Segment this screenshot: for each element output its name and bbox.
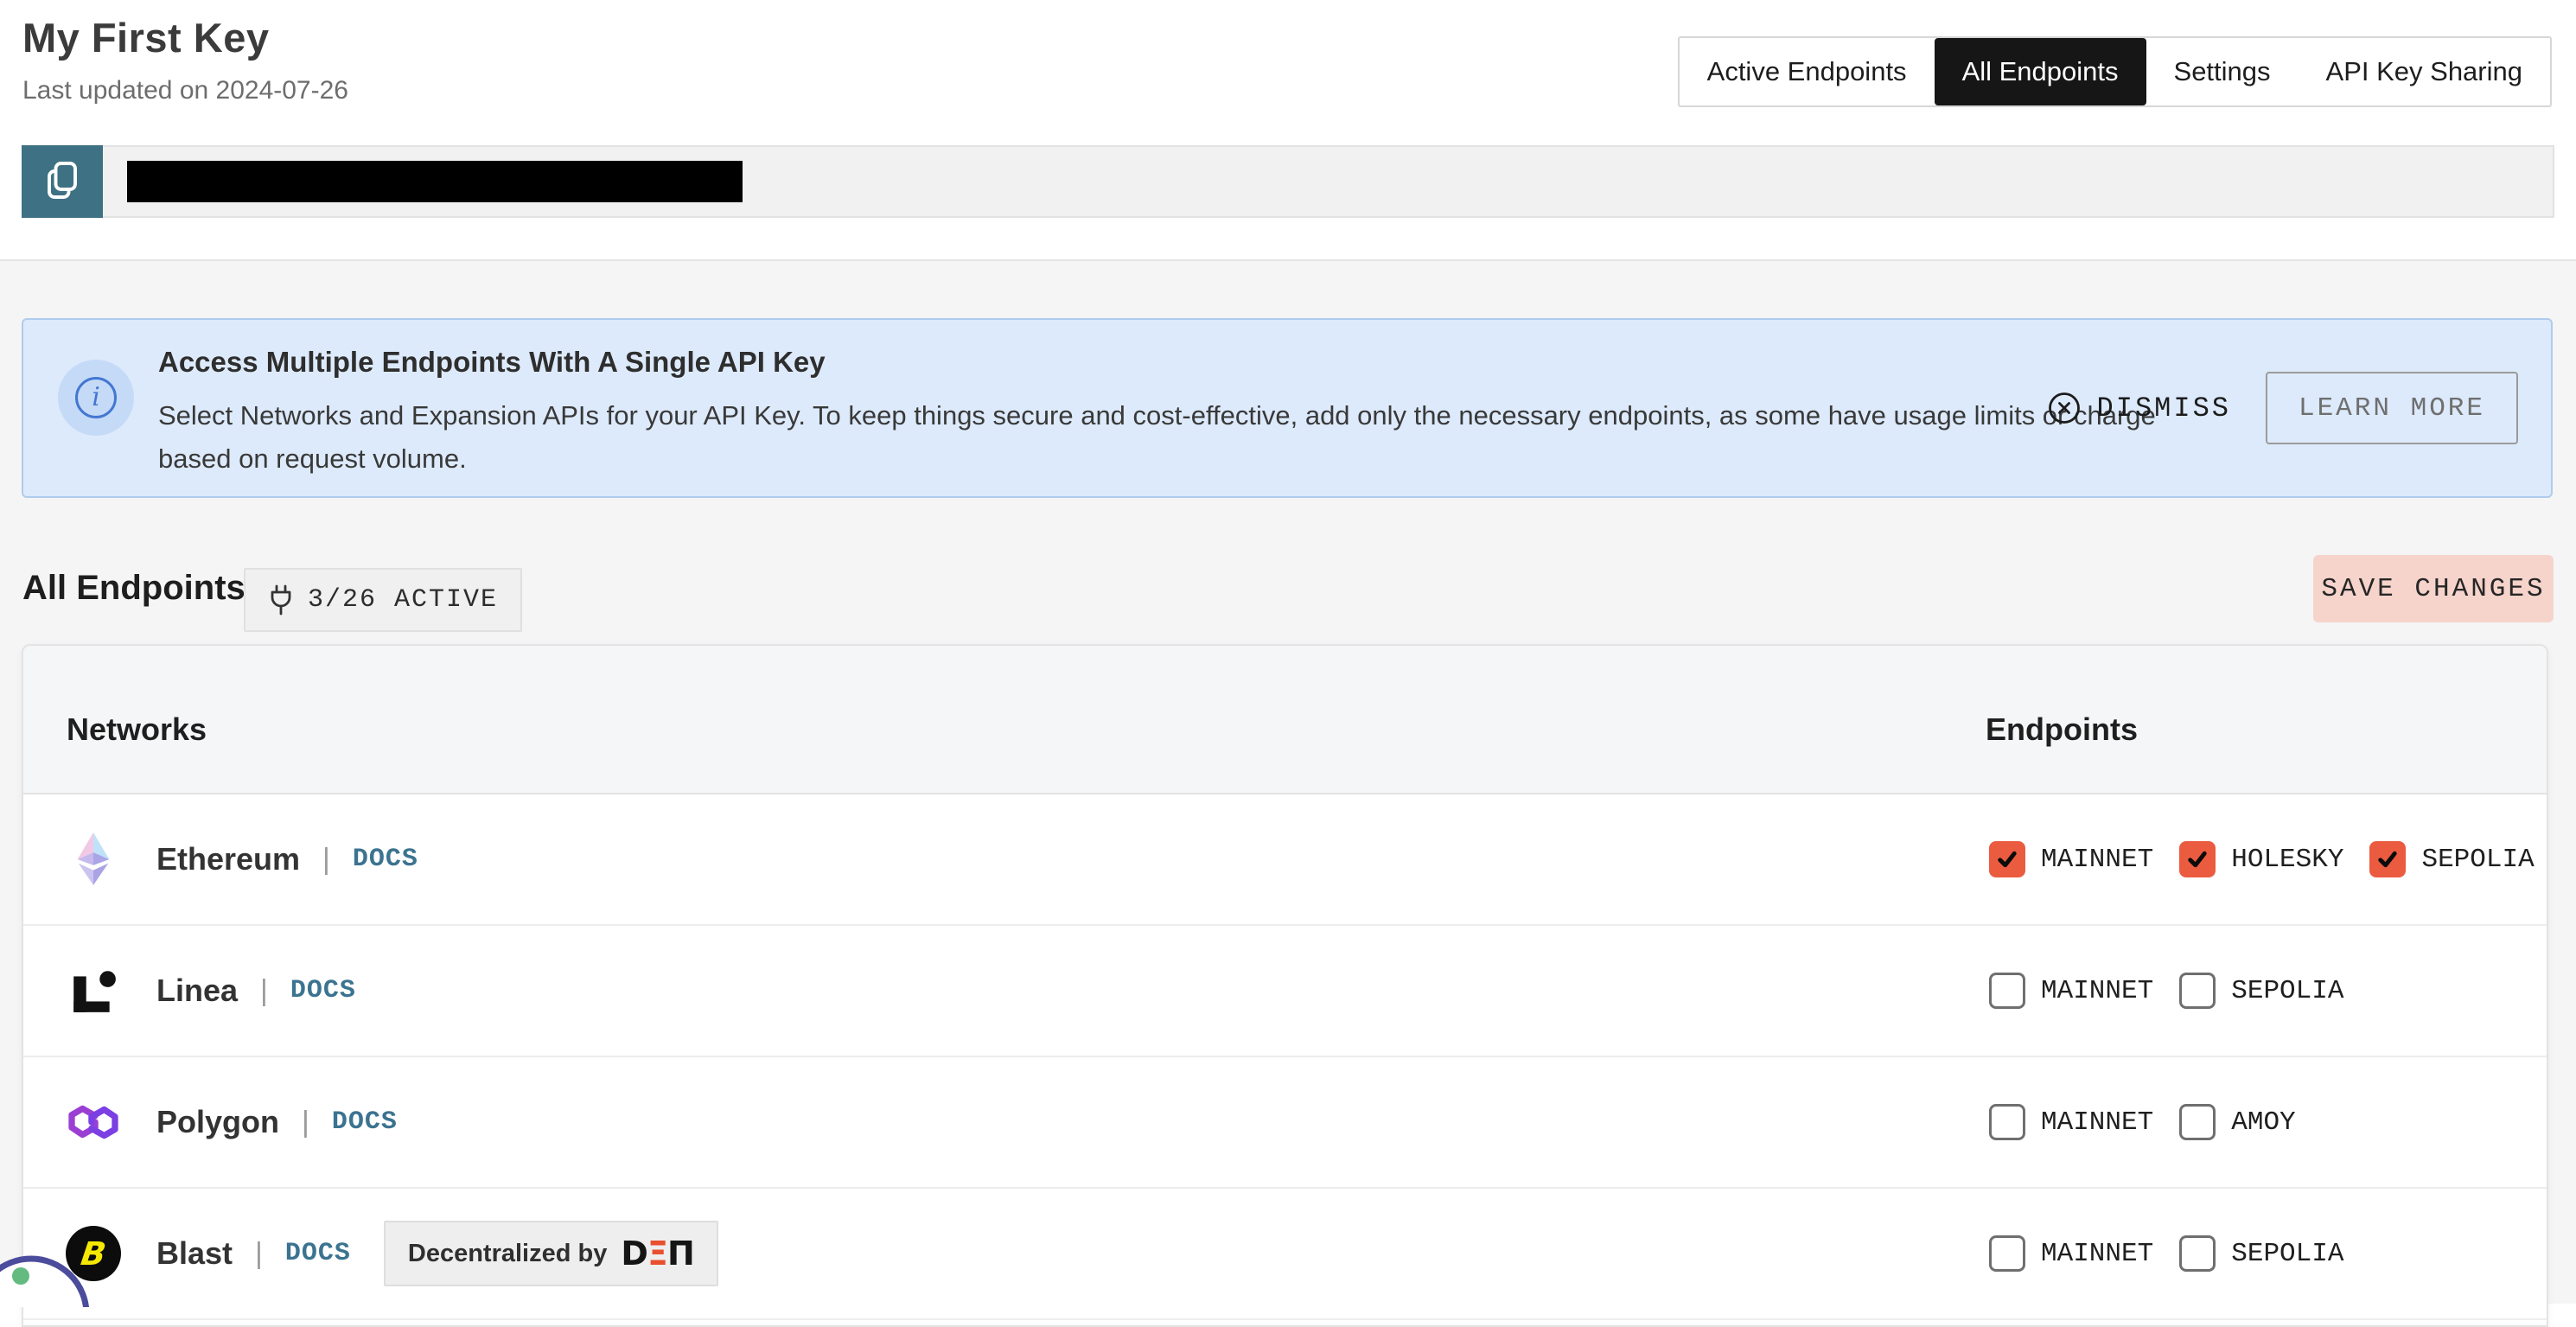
table-header: Networks Endpoints: [23, 646, 2547, 794]
linea-logo-icon: [68, 966, 118, 1016]
learn-more-button[interactable]: LEARN MORE: [2266, 372, 2518, 444]
docs-link[interactable]: DOCS: [332, 1107, 398, 1137]
check-icon: [2375, 846, 2401, 872]
info-icon: i: [58, 360, 134, 436]
endpoint-label: SEPOLIA: [2231, 976, 2343, 1006]
separator: |: [322, 843, 330, 877]
dismiss-label: DISMISS: [2097, 392, 2231, 424]
endpoint-option-amoy: AMOY: [2179, 1104, 2295, 1140]
endpoint-option-mainnet: MAINNET: [1989, 973, 2153, 1009]
endpoints-table: Networks Endpoints Ethereum | DOCS MAINN…: [22, 644, 2548, 1327]
unchecked-checkbox-sepolia[interactable]: [2179, 1235, 2216, 1272]
docs-link[interactable]: DOCS: [290, 976, 356, 1005]
endpoint-label: AMOY: [2231, 1107, 2295, 1138]
last-updated-text: Last updated on 2024-07-26: [22, 76, 348, 105]
separator: |: [302, 1106, 309, 1139]
checked-checkbox-mainnet[interactable]: [1989, 841, 2025, 877]
docs-link[interactable]: DOCS: [353, 845, 418, 874]
din-logo-icon: DΞΠ: [621, 1234, 693, 1273]
docs-link[interactable]: DOCS: [285, 1239, 351, 1268]
network-name: Polygon: [156, 1104, 279, 1140]
api-key-value-redacted: [127, 161, 743, 202]
network-name: Ethereum: [156, 841, 300, 877]
tab-settings[interactable]: Settings: [2146, 38, 2299, 105]
endpoint-option-holesky: HOLESKY: [2179, 841, 2343, 877]
din-badge-text: Decentralized by: [408, 1240, 607, 1268]
dismiss-button[interactable]: DISMISS: [2047, 391, 2231, 425]
unchecked-checkbox-mainnet[interactable]: [1989, 973, 2025, 1009]
all-endpoints-heading: All Endpoints: [22, 569, 245, 608]
api-key-bar: [22, 145, 2554, 218]
learn-more-label: LEARN MORE: [2299, 393, 2485, 424]
ethereum-logo-icon: [76, 833, 111, 886]
ethereum-logo-icon: [65, 831, 122, 888]
unchecked-checkbox-mainnet[interactable]: [1989, 1104, 2025, 1140]
banner-body: Select Networks and Expansion APIs for y…: [158, 394, 2181, 481]
endpoint-option-sepolia: SEPOLIA: [2369, 841, 2534, 877]
polygon-logo-icon: [67, 1101, 119, 1144]
decentralized-by-din-badge: Decentralized by DΞΠ: [384, 1221, 718, 1286]
chat-widget-button[interactable]: [0, 1212, 133, 1307]
endpoint-label: HOLESKY: [2231, 845, 2343, 875]
online-status-dot: [12, 1267, 29, 1285]
table-row: Polygon | DOCS MAINNET AMOY: [23, 1057, 2547, 1189]
endpoint-tabs: Active EndpointsAll EndpointsSettingsAPI…: [1678, 36, 2552, 107]
separator: |: [260, 974, 268, 1008]
unchecked-checkbox-amoy[interactable]: [2179, 1104, 2216, 1140]
copy-icon: [44, 161, 80, 202]
endpoints-cell: MAINNET AMOY: [1989, 1104, 2296, 1140]
endpoint-label: MAINNET: [2041, 976, 2153, 1006]
endpoint-label: SEPOLIA: [2231, 1239, 2343, 1269]
endpoint-label: SEPOLIA: [2421, 845, 2534, 875]
endpoint-option-mainnet: MAINNET: [1989, 1235, 2153, 1272]
endpoints-cell: MAINNET SEPOLIA: [1989, 1235, 2343, 1272]
api-key-field: [103, 145, 2554, 218]
tab-all-endpoints[interactable]: All Endpoints: [1935, 38, 2146, 105]
save-changes-button[interactable]: SAVE CHANGES: [2313, 555, 2554, 622]
plug-icon: [268, 584, 294, 616]
separator: |: [255, 1237, 263, 1271]
endpoint-label: MAINNET: [2041, 1239, 2153, 1269]
networks-column-header: Networks: [67, 711, 207, 748]
endpoints-cell: MAINNET HOLESKY SEPOLIA: [1989, 841, 2535, 877]
info-banner: i Access Multiple Endpoints With A Singl…: [22, 318, 2553, 498]
endpoints-cell: MAINNET SEPOLIA: [1989, 973, 2343, 1009]
check-icon: [2184, 846, 2210, 872]
polygon-logo-icon: [65, 1094, 122, 1151]
endpoint-option-mainnet: MAINNET: [1989, 1104, 2153, 1140]
active-count-label: 3/26 ACTIVE: [308, 585, 498, 615]
unchecked-checkbox-sepolia[interactable]: [2179, 973, 2216, 1009]
table-row: Ethereum | DOCS MAINNET HOLESKY SEPOLIA: [23, 794, 2547, 926]
banner-title: Access Multiple Endpoints With A Single …: [158, 346, 826, 379]
tab-active-endpoints[interactable]: Active Endpoints: [1680, 38, 1935, 105]
endpoint-option-mainnet: MAINNET: [1989, 841, 2153, 877]
endpoint-label: MAINNET: [2041, 1107, 2153, 1138]
linea-logo-icon: [65, 962, 122, 1019]
copy-api-key-button[interactable]: [22, 145, 103, 218]
active-count-badge: 3/26 ACTIVE: [244, 568, 522, 632]
endpoint-option-sepolia: SEPOLIA: [2179, 973, 2343, 1009]
dismiss-icon: [2047, 391, 2082, 425]
table-row: B Blast | DOCS Decentralized byDΞΠMAINNE…: [23, 1189, 2547, 1320]
tab-api-key-sharing[interactable]: API Key Sharing: [2299, 38, 2550, 105]
checked-checkbox-sepolia[interactable]: [2369, 841, 2406, 877]
network-name: Linea: [156, 973, 238, 1009]
network-name: Blast: [156, 1235, 233, 1272]
table-row: Linea | DOCS MAINNET SEPOLIA: [23, 926, 2547, 1057]
endpoint-option-sepolia: SEPOLIA: [2179, 1235, 2343, 1272]
checked-checkbox-holesky[interactable]: [2179, 841, 2216, 877]
check-icon: [1994, 846, 2020, 872]
endpoint-label: MAINNET: [2041, 845, 2153, 875]
page-title: My First Key: [22, 14, 269, 61]
endpoints-column-header: Endpoints: [1986, 711, 2138, 748]
unchecked-checkbox-mainnet[interactable]: [1989, 1235, 2025, 1272]
